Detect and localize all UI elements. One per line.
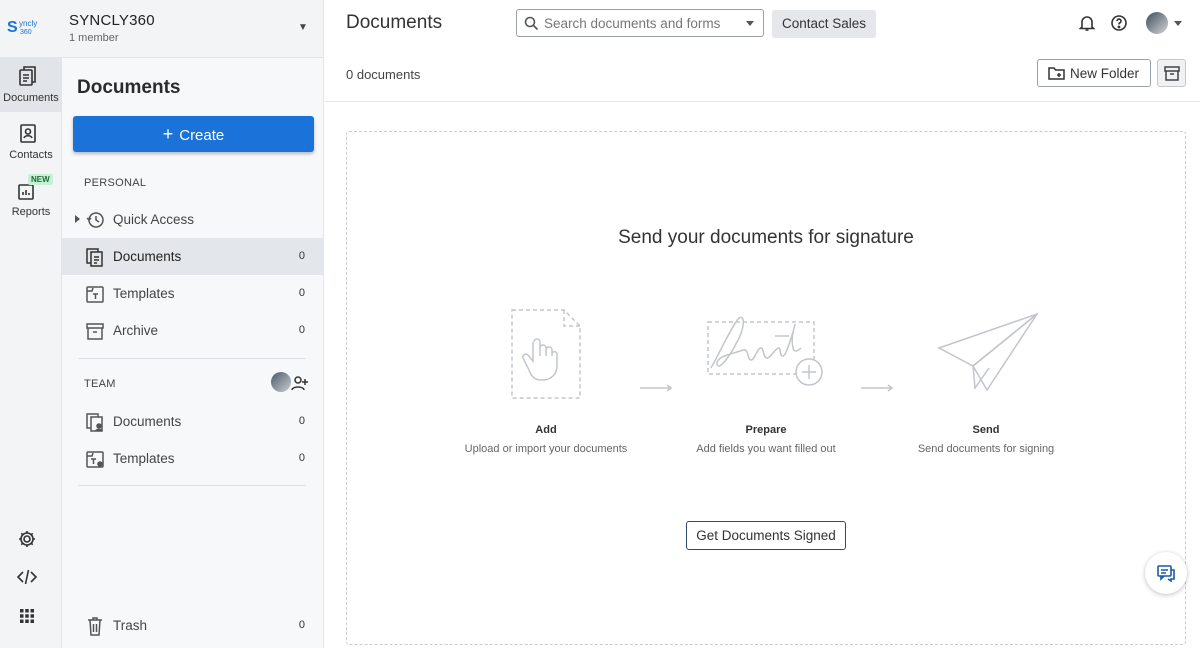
step-description: Send documents for signing	[917, 443, 1055, 455]
chat-icon	[1157, 565, 1175, 582]
search-input[interactable]	[544, 13, 734, 33]
document-count: 0 documents	[346, 67, 421, 82]
signature-field-icon	[707, 316, 823, 386]
archive-icon	[86, 323, 104, 340]
step-description: Add fields you want filled out	[696, 443, 836, 455]
step-send: Send Send documents for signing	[901, 302, 1071, 456]
sidebar-item-label: Archive	[113, 323, 159, 338]
contact-sales-button[interactable]: Contact Sales	[772, 10, 876, 38]
item-count: 0	[298, 287, 305, 299]
rail-item-reports[interactable]: NEW Reports	[0, 172, 62, 226]
item-count: 0	[298, 415, 305, 427]
rail-label-reports: Reports	[11, 206, 51, 218]
svg-text:S: S	[7, 19, 18, 36]
arrow-right-icon	[640, 384, 673, 392]
org-name: SYNCLY360	[69, 12, 155, 29]
documents-toolbar: 0 documents New Folder	[325, 58, 1200, 102]
new-badge: NEW	[28, 174, 53, 185]
documents-icon	[19, 66, 36, 86]
org-dropdown-caret-icon[interactable]: ▼	[298, 22, 308, 33]
plus-icon: +	[162, 124, 174, 144]
sidebar-item-label: Documents	[113, 414, 182, 429]
step-title: Prepare	[745, 424, 787, 436]
add-team-member-icon[interactable]	[291, 374, 309, 392]
create-label: Create	[179, 127, 225, 144]
item-count: 0	[298, 324, 305, 336]
chat-support-button[interactable]	[1145, 552, 1187, 594]
step-description: Upload or import your documents	[464, 443, 628, 455]
search-box[interactable]	[516, 9, 764, 37]
get-documents-signed-button[interactable]: Get Documents Signed	[686, 521, 846, 550]
page-title: Documents	[346, 12, 443, 33]
expand-caret-icon[interactable]	[75, 215, 80, 223]
sidebar-item-label: Templates	[113, 451, 175, 466]
rail-item-documents[interactable]: Documents	[0, 58, 62, 112]
new-folder-button[interactable]: New Folder	[1037, 59, 1151, 87]
bell-icon[interactable]	[1078, 14, 1096, 32]
app-rail: Documents Contacts NEW Reports	[0, 58, 62, 648]
search-icon	[524, 16, 539, 31]
svg-text:yncly: yncly	[19, 19, 37, 28]
paper-plane-icon	[937, 312, 1039, 392]
sidebar-title: Documents	[77, 77, 181, 98]
step-prepare: Prepare Add fields you want filled out	[681, 302, 851, 456]
user-avatar[interactable]	[1146, 12, 1168, 34]
step-title: Add	[535, 424, 557, 436]
code-icon[interactable]	[16, 566, 38, 588]
create-button[interactable]: + Create	[73, 116, 314, 152]
sidebar-item-team-templates[interactable]: Templates 0	[62, 440, 324, 477]
trash-icon	[88, 617, 102, 636]
settings-icon[interactable]	[16, 528, 38, 550]
rail-label-contacts: Contacts	[9, 149, 53, 161]
sidebar-item-label: Templates	[113, 286, 175, 301]
sidebar-item-documents[interactable]: Documents 0	[62, 238, 324, 275]
org-member-count: 1 member	[69, 32, 119, 44]
item-count: 0	[298, 619, 305, 631]
sidebar-item-team-documents[interactable]: Documents 0	[62, 403, 324, 440]
sidebar-item-trash[interactable]: Trash 0	[62, 607, 324, 644]
template-icon	[86, 286, 104, 303]
apps-grid-icon[interactable]	[16, 605, 38, 627]
rail-label-documents: Documents	[3, 92, 59, 104]
personal-section-label: PERSONAL	[84, 177, 147, 189]
section-divider	[78, 358, 306, 359]
team-documents-icon	[86, 413, 103, 432]
sidebar-item-label: Quick Access	[113, 212, 195, 227]
step-title: Send	[972, 424, 1000, 436]
svg-text:360: 360	[20, 29, 32, 36]
archive-button[interactable]	[1157, 59, 1186, 87]
team-member-avatar[interactable]	[271, 372, 291, 392]
clock-history-icon	[86, 212, 104, 228]
team-section-label: TEAM	[84, 378, 116, 390]
item-count: 0	[298, 452, 305, 464]
help-icon[interactable]	[1110, 14, 1128, 32]
section-divider	[78, 485, 306, 486]
item-count: 0	[298, 250, 305, 262]
search-filter-caret-icon[interactable]	[746, 21, 754, 26]
sidebar-item-templates[interactable]: Templates 0	[62, 275, 324, 312]
step-add: Add Upload or import your documents	[461, 302, 631, 456]
contacts-icon	[20, 124, 36, 143]
main-header: Documents Contact Sales	[325, 0, 1200, 47]
documents-sidebar: Documents + Create PERSONAL Quick Access …	[62, 58, 324, 648]
new-folder-label: New Folder	[1070, 66, 1140, 81]
arrow-right-icon	[861, 384, 894, 392]
upload-hand-icon	[511, 309, 581, 399]
sidebar-item-label: Trash	[113, 618, 148, 633]
syncly-logo: S yncly 360	[7, 19, 37, 36]
empty-state-title: Send your documents for signature	[618, 227, 914, 248]
user-menu-caret-icon[interactable]	[1174, 21, 1182, 26]
sidebar-item-archive[interactable]: Archive 0	[62, 312, 324, 349]
folder-add-icon	[1048, 67, 1065, 80]
org-switcher[interactable]: S yncly 360 SYNCLY360 1 member ▼	[0, 0, 324, 58]
rail-item-contacts[interactable]: Contacts	[0, 115, 62, 169]
documents-icon	[86, 248, 103, 267]
team-template-icon	[86, 451, 104, 468]
archive-icon	[1164, 66, 1180, 81]
sidebar-item-quick-access[interactable]: Quick Access	[62, 201, 324, 238]
sidebar-item-label: Documents	[113, 249, 182, 264]
empty-state-panel: Send your documents for signature Add Up…	[346, 131, 1186, 645]
